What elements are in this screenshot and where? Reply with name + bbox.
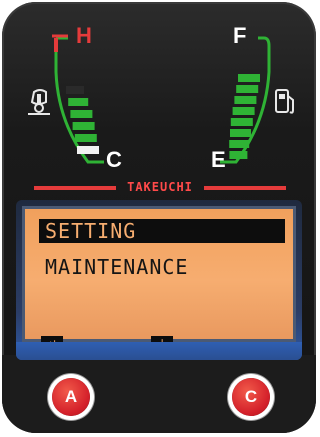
lcd-screen: SETTING MAINTENANCE ↵ ↓	[22, 206, 296, 348]
fuel-pump-icon	[275, 89, 294, 114]
temperature-hot-label: H	[76, 23, 92, 48]
temperature-cold-label: C	[106, 147, 122, 172]
fuel-bar	[232, 107, 255, 115]
fuel-bar	[230, 129, 251, 137]
fuel-bar	[236, 85, 259, 93]
temperature-bar	[70, 110, 93, 118]
lcd-status-strip	[16, 342, 302, 360]
temperature-bar	[66, 86, 84, 94]
menu-item-maintenance[interactable]: MAINTENANCE	[39, 255, 285, 279]
coolant-temperature-icon	[28, 89, 50, 115]
divider-left	[34, 186, 116, 190]
fuel-full-label: F	[233, 23, 247, 48]
fuel-bar	[229, 140, 250, 148]
temperature-bar	[68, 98, 89, 106]
temperature-bars	[66, 86, 99, 154]
fuel-empty-label: E	[211, 147, 226, 172]
a-button[interactable]: A	[52, 378, 90, 416]
fuel-bar	[230, 118, 253, 126]
temperature-bar	[77, 146, 99, 154]
fuel-bar	[234, 96, 257, 104]
temperature-bar	[74, 134, 97, 142]
fuel-bars	[229, 74, 260, 159]
gauge-panel	[28, 34, 294, 164]
divider-right	[204, 186, 286, 190]
fuel-bar	[238, 74, 260, 82]
temperature-bar	[72, 122, 95, 130]
fuel-bar	[229, 151, 248, 159]
menu-item-setting[interactable]: SETTING	[39, 219, 285, 243]
brand-logo: TAKEUCHI	[127, 180, 193, 194]
c-button[interactable]: C	[232, 378, 270, 416]
